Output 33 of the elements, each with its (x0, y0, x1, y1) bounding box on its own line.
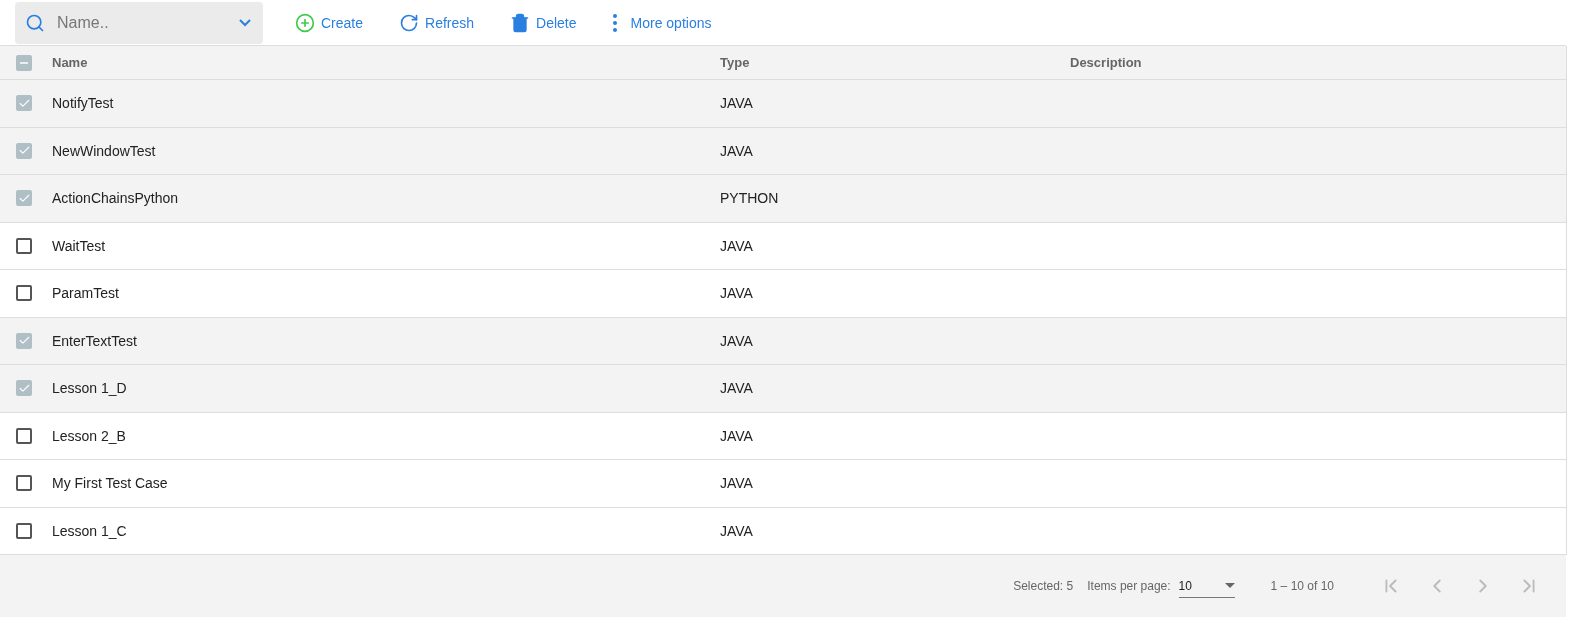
table-cell-text: JAVA (720, 332, 754, 349)
column-header: Type (720, 55, 751, 70)
table-cell-text: JAVA (720, 475, 754, 492)
table-cell-text: EnterTextTest (52, 332, 138, 349)
table-cell-text: WaitTest (52, 237, 107, 254)
items-per-page-select[interactable]: 10 (1178, 574, 1235, 598)
more-button[interactable]: More options (600, 7, 724, 38)
search-input[interactable]: Name.. (55, 12, 229, 33)
table-cell-text: JAVA (720, 427, 754, 444)
create-button[interactable]: Create (283, 6, 376, 39)
search-bar[interactable]: Name.. (15, 1, 263, 44)
items-per-page-label: Items per page: (1087, 579, 1171, 593)
column-header: Name (52, 55, 89, 70)
table-cell-text: ActionChainsPython (52, 190, 180, 207)
refresh-button[interactable]: Refresh (387, 6, 487, 39)
table-cell-text: PYTHON (720, 190, 780, 207)
table-cell-text: Lesson 1_C (52, 522, 128, 539)
table-cell-text: JAVA (720, 522, 754, 539)
table-cell-text: NotifyTest (52, 95, 115, 112)
column-header: Description (1070, 55, 1143, 70)
selected-count: Selected: 5 (1013, 579, 1074, 593)
delete-button[interactable]: Delete (498, 6, 589, 39)
table-cell-text: ParamTest (52, 285, 120, 302)
table-cell-text: JAVA (720, 285, 754, 302)
table-cell-text: Lesson 1_D (52, 380, 128, 397)
table-cell-text: Lesson 2_B (52, 427, 127, 444)
table-cell-text: JAVA (720, 380, 754, 397)
table-cell-text: JAVA (720, 95, 754, 112)
page-range: 1 – 10 of 10 (1270, 579, 1334, 593)
table-cell-text: NewWindowTest (52, 142, 157, 159)
table-cell-text: JAVA (720, 237, 754, 254)
table-cell-text: JAVA (720, 142, 754, 159)
table-cell-text: My First Test Case (52, 475, 169, 492)
